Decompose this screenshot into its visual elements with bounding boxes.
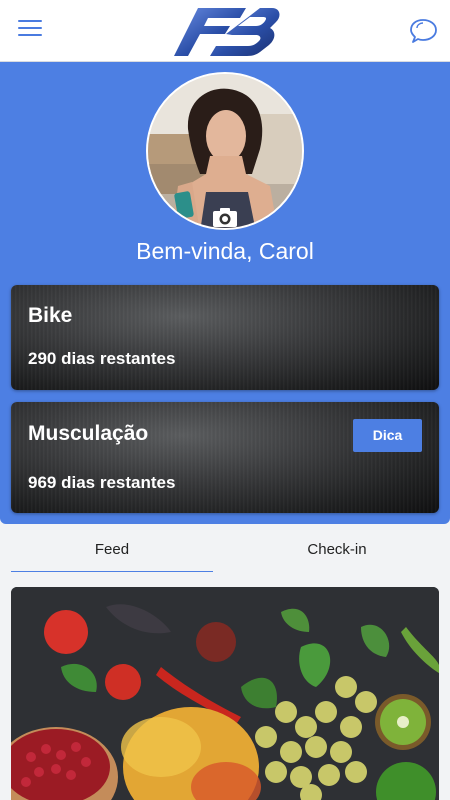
hamburger-menu-icon[interactable] <box>18 20 42 40</box>
feed-post-image[interactable] <box>11 587 439 800</box>
camera-icon[interactable] <box>212 206 238 228</box>
plan-name: Bike <box>28 304 73 327</box>
tab-checkin[interactable]: Check-in <box>236 530 438 572</box>
profile-header: Bem-vinda, Carol Bike 290 dias restantes… <box>0 62 450 524</box>
tip-button[interactable]: Dica <box>353 419 422 452</box>
plan-name: Musculação <box>28 422 149 445</box>
welcome-text: Bem-vinda, Carol <box>136 238 314 264</box>
fb-logo-icon <box>174 8 280 56</box>
chat-bubbles-icon[interactable] <box>410 18 438 44</box>
tab-feed[interactable]: Feed <box>11 530 213 572</box>
plan-remaining: 969 dias restantes <box>28 473 176 492</box>
plan-card-bike[interactable]: Bike 290 dias restantes <box>11 285 439 390</box>
tab-bar: Feed Check-in <box>0 530 450 574</box>
top-bar <box>0 0 450 62</box>
plan-remaining: 290 dias restantes <box>28 349 176 368</box>
plan-card-musculacao[interactable]: Musculação Dica 969 dias restantes <box>11 402 439 513</box>
